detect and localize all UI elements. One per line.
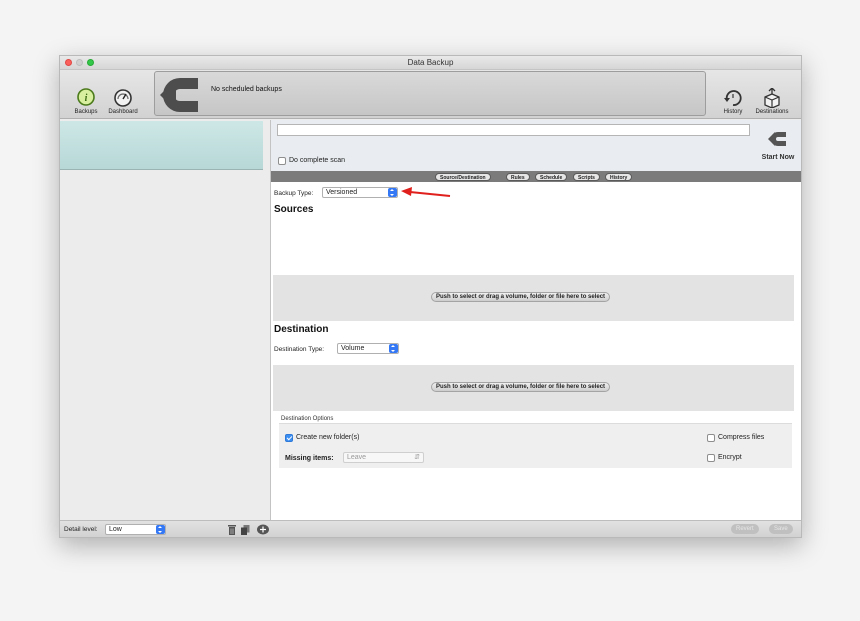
backup-type-value: Versioned — [326, 189, 358, 196]
red-annotation-arrow — [401, 187, 451, 197]
add-backup-icon[interactable] — [257, 524, 269, 535]
tab-rules[interactable]: Rules — [506, 173, 530, 181]
chevron-updown-icon — [156, 525, 165, 534]
window-title: Data Backup — [407, 58, 454, 67]
destination-options-panel: Create new folder(s) Missing items: Leav… — [279, 423, 792, 468]
missing-items-value: Leave — [347, 454, 367, 461]
missing-items-select[interactable]: Leave ⇵ — [343, 452, 424, 463]
dashboard-toolbar-button[interactable]: Dashboard — [103, 74, 143, 115]
detail-level-label: Detail level: — [64, 526, 98, 533]
destination-options-heading: Destination Options — [281, 416, 334, 422]
svg-text:i: i — [85, 93, 88, 104]
destination-type-value: Volume — [341, 345, 365, 352]
backup-type-select[interactable]: Versioned — [322, 187, 398, 198]
trash-icon[interactable] — [228, 525, 236, 535]
tab-scripts[interactable]: Scripts — [573, 173, 600, 181]
backup-type-label: Backup Type: — [274, 190, 314, 197]
backups-toolbar-button[interactable]: i Backups — [66, 74, 106, 115]
missing-items-label: Missing items: — [285, 455, 334, 462]
tab-bar: Source/Destination Rules Schedule Script… — [271, 171, 801, 182]
dashboard-label: Dashboard — [108, 109, 138, 115]
destination-drop-zone[interactable]: Push to select or drag a volume, folder … — [273, 365, 794, 411]
backups-label: Backups — [74, 109, 98, 115]
dashboard-gauge-icon — [114, 89, 132, 107]
destinations-label: Destinations — [755, 109, 789, 115]
destination-type-label: Destination Type: — [274, 346, 325, 353]
compress-files-checkbox[interactable] — [707, 434, 715, 442]
detail-level-select[interactable]: Low — [105, 524, 166, 535]
destination-type-select[interactable]: Volume — [337, 343, 399, 354]
complete-scan-label: Do complete scan — [289, 157, 346, 164]
backup-list-sidebar — [60, 120, 271, 520]
create-folder-checkbox[interactable] — [285, 434, 293, 442]
compress-files-label: Compress files — [718, 434, 765, 441]
encrypt-label: Encrypt — [718, 454, 742, 461]
backup-header-area: Do complete scan Start Now — [271, 120, 801, 171]
detail-level-value: Low — [109, 526, 122, 533]
chevron-updown-icon — [388, 188, 397, 197]
revert-button[interactable]: Revert — [731, 524, 759, 534]
start-now-label: Start Now — [761, 154, 795, 161]
start-now-button[interactable]: Start Now — [756, 128, 800, 161]
title-bar: Data Backup — [60, 56, 801, 70]
create-folder-label: Create new folder(s) — [296, 434, 360, 441]
tab-history[interactable]: History — [605, 173, 633, 181]
duplicate-icon[interactable] — [241, 525, 250, 535]
destination-select-button[interactable]: Push to select or drag a volume, folder … — [431, 382, 611, 392]
tab-schedule[interactable]: Schedule — [535, 173, 568, 181]
sources-heading: Sources — [274, 204, 314, 215]
status-panel: No scheduled backups — [154, 71, 706, 116]
chevron-updown-icon — [389, 344, 398, 353]
app-window: Data Backup i Backups Dashboard No sched… — [59, 55, 802, 538]
toolbar: i Backups Dashboard No scheduled backups — [60, 70, 801, 119]
history-clock-icon — [724, 90, 742, 106]
backup-detail-panel: Do complete scan Start Now Source/Destin… — [271, 120, 801, 520]
start-now-arrow-icon — [768, 132, 786, 146]
encrypt-checkbox[interactable] — [707, 454, 715, 462]
backup-arrow-icon — [160, 78, 198, 112]
history-toolbar-button[interactable]: History — [713, 74, 753, 115]
chevron-updown-icon: ⇵ — [414, 454, 420, 461]
bottom-bar: Detail level: Low Revert Save — [60, 520, 801, 537]
backups-icon: i — [77, 88, 95, 106]
backup-name-field[interactable] — [277, 124, 750, 136]
destinations-toolbar-button[interactable]: Destinations — [750, 74, 794, 115]
complete-scan-checkbox[interactable] — [278, 157, 286, 165]
destinations-box-icon — [764, 88, 780, 108]
history-label: History — [723, 109, 743, 115]
destination-heading: Destination — [274, 324, 329, 335]
status-text: No scheduled backups — [211, 86, 282, 93]
sources-select-button[interactable]: Push to select or drag a volume, folder … — [431, 292, 611, 302]
save-button[interactable]: Save — [769, 524, 793, 534]
sources-drop-zone[interactable]: Push to select or drag a volume, folder … — [273, 275, 794, 321]
selected-backup-item[interactable] — [60, 121, 263, 170]
tab-source-destination[interactable]: Source/Destination — [435, 173, 491, 181]
